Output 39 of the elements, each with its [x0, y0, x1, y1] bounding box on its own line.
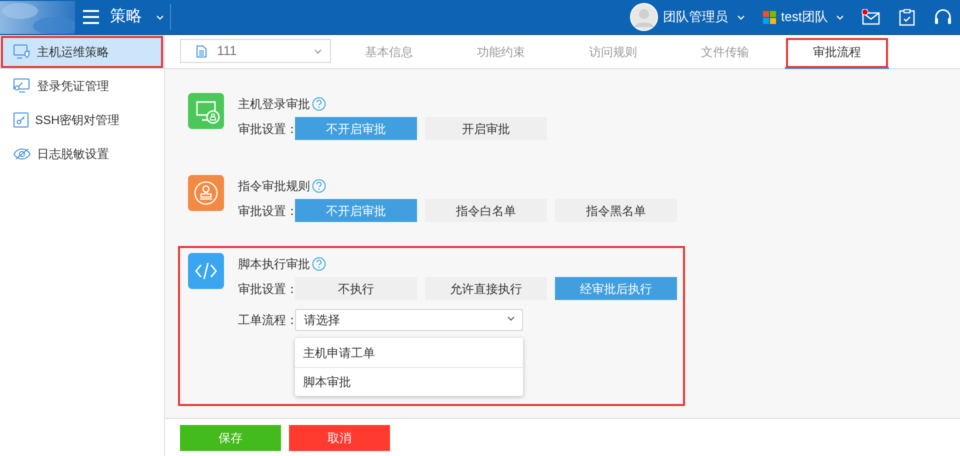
document-icon — [196, 44, 207, 58]
section-title: 指令审批规则 — [238, 178, 310, 195]
avatar — [630, 3, 658, 31]
eye-icon — [13, 147, 31, 161]
option-button[interactable]: 不执行 — [295, 277, 417, 300]
sidebar-item[interactable]: 主机运维策略 — [0, 35, 164, 69]
caret-icon — [314, 48, 322, 54]
caret-icon — [836, 14, 844, 20]
team-logo-icon — [763, 10, 776, 24]
clipboard-icon[interactable] — [899, 8, 915, 26]
option-button[interactable]: 指令黑名单 — [555, 199, 677, 222]
section-title: 脚本执行审批 — [238, 256, 310, 273]
section-title: 主机登录审批 — [238, 96, 310, 113]
option-button[interactable]: 指令白名单 — [425, 199, 547, 222]
workflow-label: 工单流程： — [238, 312, 295, 329]
app-title: 策略 — [110, 7, 142, 27]
workflow-select[interactable]: 请选择 — [295, 309, 523, 331]
monitor-shield-icon — [13, 44, 31, 60]
option-button[interactable]: 允许直接执行 — [425, 277, 547, 300]
dropdown-option[interactable]: 脚本审批 — [295, 367, 523, 396]
cancel-button[interactable]: 取消 — [289, 424, 390, 450]
caret-icon — [156, 14, 164, 20]
setting-label: 审批设置： — [238, 120, 295, 138]
monitor-key-icon — [13, 78, 31, 94]
headset-icon[interactable] — [934, 9, 952, 25]
caret-icon — [507, 316, 515, 321]
menu-icon[interactable] — [83, 10, 99, 24]
mail-icon[interactable] — [861, 9, 881, 25]
team-menu[interactable]: test团队 — [781, 7, 844, 27]
user-menu[interactable]: 团队管理员 — [663, 7, 746, 27]
dropdown-option[interactable]: 主机申请工单 — [295, 338, 523, 367]
policy-select[interactable]: 111 — [180, 39, 331, 63]
setting-label: 审批设置： — [238, 280, 295, 298]
title-dropdown[interactable] — [156, 14, 164, 20]
setting-label: 审批设置： — [238, 202, 295, 220]
caret-icon — [737, 14, 746, 20]
key-icon — [13, 112, 29, 128]
option-button[interactable]: 开启审批 — [425, 117, 547, 140]
tab[interactable]: 审批流程 — [785, 37, 889, 69]
